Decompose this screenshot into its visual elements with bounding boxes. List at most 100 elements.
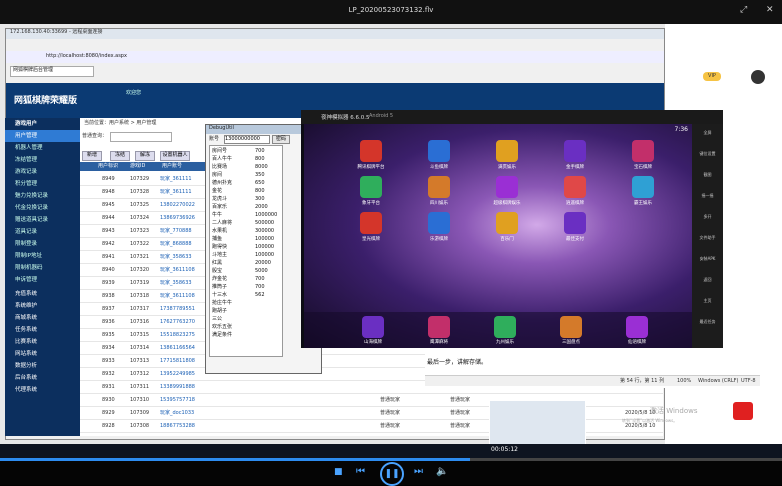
sidebar-item[interactable]: 申诉管理 xyxy=(5,274,80,286)
emulator-side-button[interactable]: 主页 xyxy=(694,298,721,304)
app-icon[interactable] xyxy=(360,212,382,234)
sidebar-item[interactable]: 积分管理 xyxy=(5,178,80,190)
android-clock: 7:36 xyxy=(674,126,688,133)
add-button[interactable]: 新增 xyxy=(82,151,102,161)
app-icon[interactable] xyxy=(496,176,518,198)
search-input[interactable] xyxy=(110,132,172,142)
emulator-side-button[interactable]: 摇一摇 xyxy=(694,193,721,199)
cell-user-id: 8930 xyxy=(102,397,115,403)
sidebar-section[interactable]: 网站系统 xyxy=(5,348,80,360)
dialog-grid-value: 800 xyxy=(255,156,265,162)
app-icon[interactable] xyxy=(360,140,382,162)
dialog-grid-value: 800 xyxy=(255,188,265,194)
sidebar-section[interactable]: 任务系统 xyxy=(5,324,80,336)
avatar[interactable] xyxy=(751,70,765,84)
previous-icon[interactable]: ⏮ xyxy=(356,466,365,477)
sidebar-item-active[interactable]: 用户管理 xyxy=(5,130,80,142)
dialog-grid-label: 房间 xyxy=(212,172,223,178)
app-icon[interactable] xyxy=(428,212,450,234)
cell-game-id: 107319 xyxy=(130,280,150,286)
emulator-title-bar: 夜神模拟器 6.6.0.5 Android 5 xyxy=(301,110,723,124)
freeze-button[interactable]: 冻结 xyxy=(110,151,130,161)
sidebar-item[interactable]: 游戏用户 xyxy=(5,118,80,130)
cell-user-id: 8937 xyxy=(102,306,115,312)
account-input[interactable]: 13000000000 xyxy=(224,135,270,144)
cell-account: 13389991888 xyxy=(160,384,195,390)
cell-account: 13952249985 xyxy=(160,371,195,377)
sidebar-item[interactable]: 机器人管理 xyxy=(5,142,80,154)
app-icon[interactable] xyxy=(428,140,450,162)
dialog-grid-value: 8000 xyxy=(255,164,268,170)
dialog-grid-label: 水果机 xyxy=(212,228,228,234)
dock-app-icon[interactable] xyxy=(428,316,450,338)
dock-app-icon[interactable] xyxy=(362,316,384,338)
dock-app-icon[interactable] xyxy=(626,316,648,338)
fullscreen-icon[interactable]: ⤢ xyxy=(740,5,747,15)
address-bar[interactable]: http://localhost:8080/index.aspx xyxy=(6,51,664,63)
app-icon[interactable] xyxy=(632,176,654,198)
cell-user-id: 8933 xyxy=(102,358,115,364)
emulator-side-button[interactable]: 文件助手 xyxy=(694,235,721,241)
app-icon[interactable] xyxy=(564,212,586,234)
address-text: http://localhost:8080/index.aspx xyxy=(46,53,127,59)
emulator-side-button[interactable]: 最近任务 xyxy=(694,319,721,325)
sidebar-item[interactable]: 冻结管理 xyxy=(5,154,80,166)
vip-badge[interactable]: VIP xyxy=(703,72,721,81)
dialog-grid-label: 红黑 xyxy=(212,260,223,266)
dialog-grid: 房间号 700 百人牛牛 800 比赛场 8000 房间 350 德州扑克 650 金花 800 龙虎斗… xyxy=(209,145,283,357)
emulator-side-button[interactable]: 多开 xyxy=(694,214,721,220)
dock-app-icon[interactable] xyxy=(560,316,582,338)
next-icon[interactable]: ⏭ xyxy=(414,466,423,477)
set-robot-button[interactable]: 设置机器人 xyxy=(160,151,190,161)
sidebar-section[interactable]: 系统维护 xyxy=(5,300,80,312)
emulator-side-button[interactable]: 键位设置 xyxy=(694,151,721,157)
app-label: 满贯娱乐 xyxy=(498,165,516,170)
app-icon[interactable] xyxy=(564,140,586,162)
ie-tab[interactable]: 网狐棋牌后台管理 xyxy=(10,66,94,77)
cell-game-id: 107325 xyxy=(130,202,150,208)
emulator-toolbar: 全屏键位设置截图摇一摇多开文件助手安装APK 返回主页最近任务 xyxy=(692,124,723,348)
volume-icon[interactable]: 🔈 xyxy=(436,466,448,477)
sidebar-item[interactable]: 限制IP地址 xyxy=(5,250,80,262)
cell-account: 13802270022 xyxy=(160,202,195,208)
app-icon[interactable] xyxy=(496,140,518,162)
dialog-grid-label: 德州扑克 xyxy=(212,180,233,186)
app-icon[interactable] xyxy=(632,140,654,162)
sidebar-item[interactable]: 代金兑换记录 xyxy=(5,202,80,214)
close-icon[interactable]: ✕ xyxy=(766,5,774,15)
sidebar-item[interactable]: 限制机器码 xyxy=(5,262,80,274)
sidebar-section[interactable]: 数据分析 xyxy=(5,360,80,372)
sidebar-section[interactable]: 商城系统 xyxy=(5,312,80,324)
pause-icon[interactable]: ❚❚ xyxy=(380,462,404,486)
sidebar-section[interactable]: 后台系统 xyxy=(5,372,80,384)
emulator-side-button[interactable]: 安装APK xyxy=(694,256,721,262)
app-label: 腾讯棋牌平台 xyxy=(357,165,385,170)
unfreeze-button[interactable]: 解冻 xyxy=(135,151,155,161)
emulator-side-button[interactable]: 返回 xyxy=(694,277,721,283)
password-button[interactable]: 密码 xyxy=(272,135,290,144)
status-position: 第 54 行，第 11 列 xyxy=(620,378,665,384)
stop-icon[interactable]: ■ xyxy=(334,467,343,477)
app-icon[interactable] xyxy=(496,212,518,234)
app-icon[interactable] xyxy=(428,176,450,198)
cell-type-2: 普通玩家 xyxy=(450,423,471,429)
cell-game-id: 107318 xyxy=(130,293,150,299)
notification-icon[interactable] xyxy=(733,402,753,420)
sidebar-item[interactable]: 限制登录 xyxy=(5,238,80,250)
sidebar-item[interactable]: 魅力兑换记录 xyxy=(5,190,80,202)
app-icon[interactable] xyxy=(360,176,382,198)
emulator-side-button[interactable]: 全屏 xyxy=(694,130,721,136)
cell-game-id: 107311 xyxy=(130,384,150,390)
sidebar-item[interactable]: 赠送道具记录 xyxy=(5,214,80,226)
dialog-grid-value: 700 xyxy=(255,276,265,282)
dialog-grid-label: 推筒子 xyxy=(212,284,228,290)
dock-app-icon[interactable] xyxy=(494,316,516,338)
sidebar-section[interactable]: 代理系统 xyxy=(5,384,80,396)
emulator-side-button[interactable]: 截图 xyxy=(694,172,721,178)
app-icon[interactable] xyxy=(564,176,586,198)
sidebar-section[interactable]: 比赛系统 xyxy=(5,336,80,348)
dialog-grid-label: 骰宝 xyxy=(212,268,223,274)
sidebar-section[interactable]: 充值系统 xyxy=(5,288,80,300)
sidebar-item[interactable]: 游戏记录 xyxy=(5,166,80,178)
sidebar-item[interactable]: 道具记录 xyxy=(5,226,80,238)
